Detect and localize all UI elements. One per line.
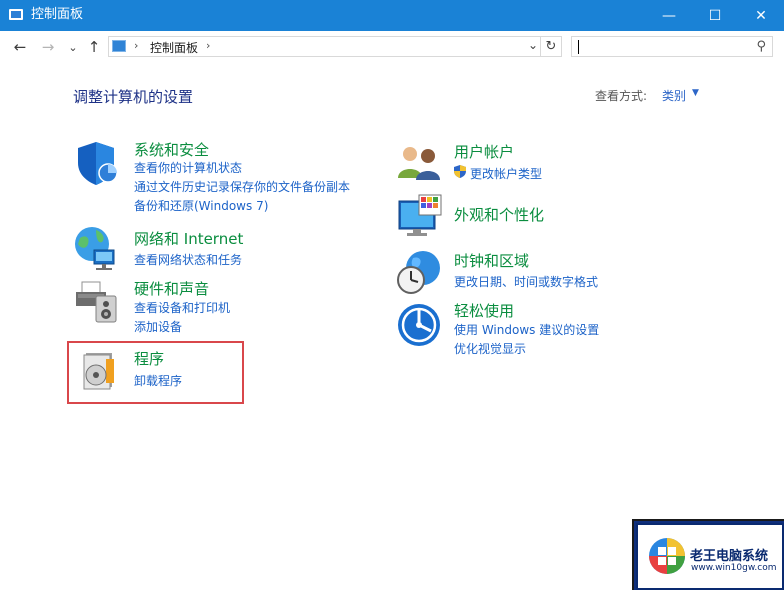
windows-logo-icon <box>649 538 685 574</box>
category-user-accounts[interactable]: 用户帐户 <box>454 141 514 162</box>
personalization-monitor-icon[interactable] <box>397 193 445 241</box>
watermark-box: 老王电脑系统 www.win10gw.com <box>636 523 784 590</box>
breadcrumb-separator[interactable]: › <box>134 39 138 52</box>
search-input[interactable] <box>581 38 745 57</box>
minimize-button[interactable]: — <box>646 0 692 31</box>
address-bar: ← → ⌄ ↑ › 控制面板 › ⌄ ↻ ⚲ <box>0 31 784 63</box>
chevron-down-icon[interactable]: ▼ <box>692 88 699 98</box>
link-add-device[interactable]: 添加设备 <box>134 318 182 335</box>
view-by-dropdown[interactable]: 类别 <box>662 87 686 104</box>
link-recommended-settings[interactable]: 使用 Windows 建议的设置 <box>454 321 599 338</box>
link-file-history-backup[interactable]: 通过文件历史记录保存你的文件备份副本 <box>134 178 350 195</box>
category-network-internet[interactable]: 网络和 Internet <box>134 228 243 249</box>
category-clock-region[interactable]: 时钟和区域 <box>454 250 529 271</box>
link-backup-restore[interactable]: 备份和还原(Windows 7) <box>134 197 268 214</box>
link-change-account-type[interactable]: 更改帐户类型 <box>470 165 542 182</box>
address-dropdown-icon[interactable]: ⌄ <box>528 38 538 52</box>
watermark-url: www.win10gw.com <box>691 563 777 573</box>
search-box[interactable]: ⚲ <box>571 36 773 57</box>
link-view-computer-status[interactable]: 查看你的计算机状态 <box>134 159 242 176</box>
link-optimize-visual-display[interactable]: 优化视觉显示 <box>454 340 526 357</box>
printer-icon[interactable] <box>74 278 122 326</box>
category-ease-of-access[interactable]: 轻松使用 <box>454 300 514 321</box>
window-title: 控制面板 <box>31 7 84 22</box>
refresh-button[interactable]: ↻ <box>540 37 561 56</box>
maximize-button[interactable]: ☐ <box>692 0 738 31</box>
title-bar: 控制面板 — ☐ ✕ <box>0 0 784 31</box>
highlight-box <box>67 341 244 404</box>
forward-button[interactable]: → <box>38 37 58 57</box>
address-path-box[interactable]: › 控制面板 › ⌄ ↻ <box>108 36 562 57</box>
search-icon[interactable]: ⚲ <box>756 39 766 54</box>
ease-of-access-icon[interactable] <box>397 303 441 347</box>
breadcrumb-separator[interactable]: › <box>206 39 210 52</box>
text-caret <box>578 40 579 54</box>
back-button[interactable]: ← <box>10 37 30 57</box>
recent-locations-button[interactable]: ⌄ <box>63 37 83 57</box>
up-button[interactable]: ↑ <box>84 37 104 57</box>
close-button[interactable]: ✕ <box>738 0 784 31</box>
clock-globe-icon[interactable] <box>395 248 443 296</box>
view-by-label: 查看方式: <box>595 89 648 103</box>
user-accounts-icon[interactable] <box>396 142 442 182</box>
watermark-title: 老王电脑系统 <box>690 549 769 564</box>
uac-shield-icon <box>454 165 466 178</box>
network-globe-icon[interactable] <box>72 224 120 272</box>
page-title: 调整计算机的设置 <box>73 88 194 106</box>
control-panel-icon <box>112 40 126 52</box>
category-system-security[interactable]: 系统和安全 <box>134 139 209 160</box>
shield-icon[interactable] <box>74 139 122 187</box>
watermark-logo: 老王电脑系统 www.win10gw.com <box>632 519 784 590</box>
link-change-date-time-format[interactable]: 更改日期、时间或数字格式 <box>454 273 598 290</box>
category-appearance[interactable]: 外观和个性化 <box>454 204 544 225</box>
category-hardware-sound[interactable]: 硬件和声音 <box>134 278 209 299</box>
link-devices-printers[interactable]: 查看设备和打印机 <box>134 299 230 316</box>
breadcrumb-control-panel[interactable]: 控制面板 <box>150 39 198 56</box>
link-network-status[interactable]: 查看网络状态和任务 <box>134 251 242 268</box>
control-panel-icon <box>9 9 23 20</box>
